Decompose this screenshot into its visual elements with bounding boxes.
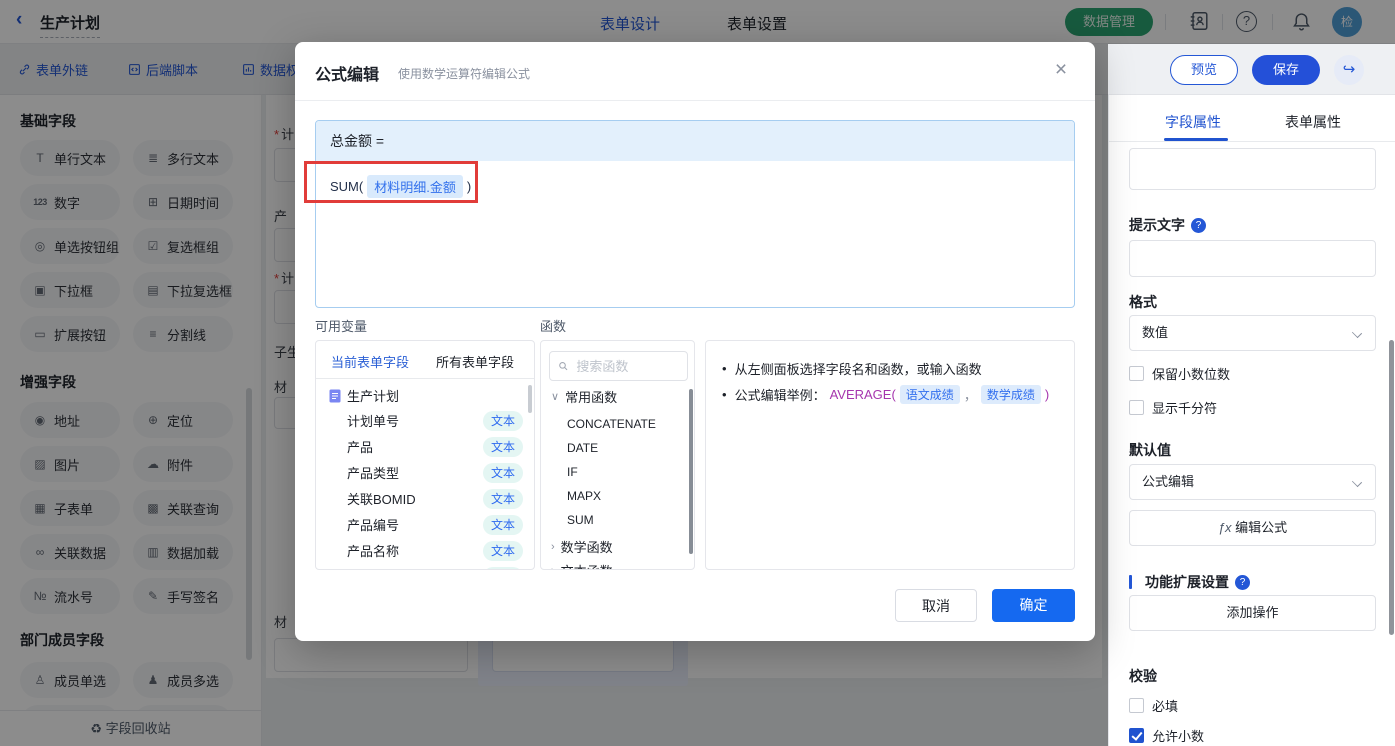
chevron-right-icon: › [551,565,555,570]
keep-decimal-row: 保留小数位数 [1129,364,1230,383]
function-item[interactable]: MAPX [567,489,601,503]
tab-form-properties[interactable]: 表单属性 [1285,112,1341,132]
modal-title: 公式编辑 [315,67,380,84]
section-bar [1129,575,1132,589]
function-item[interactable]: DATE [567,441,598,455]
default-value-label: 默认值 [1129,442,1171,458]
hint-line-1: • 从左侧面板选择字段名和函数，或输入函数 [722,361,982,377]
function-search-input[interactable] [574,357,679,375]
variables-scrollbar[interactable] [528,385,532,413]
variable-item[interactable]: 产品 [347,437,373,456]
formula-expression[interactable]: SUM( 材料明细.金额 ) [330,175,471,198]
hint-text-label: 提示文字? [1129,215,1206,235]
chevron-right-icon: › [551,540,555,553]
thousand-sep-checkbox[interactable] [1129,400,1144,415]
variable-item[interactable]: 计划单号 [347,411,399,430]
comma: ， [963,388,977,403]
formula-target: 总金额 = [316,121,1074,161]
bullet-icon: • [722,387,727,402]
add-action-button[interactable]: 添加操作 [1129,595,1376,631]
allow-decimal-checkbox[interactable] [1129,728,1144,743]
variable-item[interactable]: 产品编号 [347,515,399,534]
functions-label: 函数 [540,319,567,334]
close-icon[interactable]: × [1047,57,1075,85]
formula-close-paren: ) [466,179,472,194]
variable-item[interactable]: 产品类型 [347,463,399,482]
variable-tree-root[interactable]: 生产计划 [329,386,399,405]
functions-scrollbar[interactable] [689,389,693,554]
extension-settings-label: 功能扩展设置? [1129,572,1250,592]
property-input-partial[interactable] [1129,148,1376,190]
allow-decimal-row: 允许小数 [1129,726,1204,745]
variable-item[interactable]: 关联BOMID [347,489,416,508]
tab-all-form-fields[interactable]: 所有表单字段 [436,352,514,371]
function-group-text[interactable]: ›文本函数 [551,561,613,570]
field-type-badge: 文本 [483,541,523,561]
functions-panel: ∨常用函数 CONCATENATE DATE IF MAPX SUM ›数学函数… [540,340,695,570]
divider [1109,141,1395,142]
variables-panel: 当前表单字段 所有表单字段 生产计划 计划单号 文本 产品 文本 产品类型 文本… [315,340,535,570]
document-icon [329,389,341,402]
example-field-token: 数学成绩 [980,385,1041,404]
formula-editor[interactable]: 总金额 = SUM( 材料明细.金额 ) [315,120,1075,308]
function-item[interactable]: CONCATENATE [567,417,656,431]
help-icon[interactable]: ? [1235,574,1250,590]
hint-line-2: • 公式编辑举例： AVERAGE( 语文成绩 ， 数学成绩 ) [722,385,1050,404]
required-row: 必填 [1129,696,1178,715]
example-field-token: 语文成绩 [899,385,960,404]
tab-field-properties[interactable]: 字段属性 [1165,112,1221,132]
keep-decimal-checkbox[interactable] [1129,366,1144,381]
variables-label: 可用变量 [315,319,368,334]
property-panel: 字段属性 表单属性 提示文字? 格式 数值 保留小数位数 显示千分符 默认值 公… [1108,95,1395,746]
preview-button[interactable]: 预览 [1170,55,1238,85]
default-value-select[interactable]: 公式编辑 [1129,464,1376,500]
modal-subtitle: 使用数学运算符编辑公式 [398,67,531,81]
formula-edit-modal: 公式编辑 使用数学运算符编辑公式 × 总金额 = SUM( 材料明细.金额 ) … [295,42,1095,641]
help-icon[interactable]: ? [1191,217,1206,233]
formula-hints-panel: • 从左侧面板选择字段名和函数，或输入函数 • 公式编辑举例： AVERAGE( … [705,340,1075,570]
share-arrow-icon[interactable]: ↪ [1334,55,1364,85]
function-search[interactable] [549,351,688,381]
format-label: 格式 [1129,294,1157,310]
form-designer-app: ‹ 生产计划 表单设计 表单设置 数据管理 ? 检 表单外链 后端脚本 数据权限… [0,0,1395,746]
validation-label: 校验 [1129,668,1157,684]
example-close-paren: ) [1044,387,1050,402]
field-type-badge: 文本 [483,411,523,431]
hint-text-input[interactable] [1129,240,1376,277]
field-type-badge: 文本 [483,463,523,483]
chevron-down-icon [1351,327,1363,339]
required-checkbox[interactable] [1129,698,1144,713]
tab-current-form-fields[interactable]: 当前表单字段 [331,352,409,371]
save-button[interactable]: 保存 [1252,55,1320,85]
divider [295,100,1095,101]
function-group-common[interactable]: ∨ 常用函数 [551,387,617,406]
field-type-badge: 文本 [483,515,523,535]
variables-tabs: 当前表单字段 所有表单字段 [316,341,534,379]
function-item[interactable]: SUM [567,513,594,527]
window-scrollbar[interactable] [1389,340,1394,635]
modal-backdrop[interactable] [0,0,1395,44]
thousand-sep-row: 显示千分符 [1129,398,1217,417]
cancel-button[interactable]: 取消 [895,589,977,622]
variable-item[interactable]: 产品名称 [347,541,399,560]
chevron-down-icon: ∨ [551,391,560,403]
formula-function-name: SUM( [330,179,364,194]
field-type-badge: 文本 [483,489,523,509]
field-type-badge-partial: 文本 [483,567,523,569]
formula-field-token[interactable]: 材料明细.金额 [367,175,463,198]
field-type-badge: 文本 [483,437,523,457]
fx-icon: ƒx [1217,520,1232,535]
chevron-down-icon [1351,476,1363,488]
example-function-name: AVERAGE( [829,387,896,402]
confirm-button[interactable]: 确定 [992,589,1075,622]
edit-formula-button[interactable]: ƒx 编辑公式 [1129,510,1376,546]
bullet-icon: • [722,361,727,376]
function-group-math[interactable]: › 数学函数 [551,537,613,556]
format-select[interactable]: 数值 [1129,315,1376,351]
function-item[interactable]: IF [567,465,578,479]
search-icon [559,362,568,371]
